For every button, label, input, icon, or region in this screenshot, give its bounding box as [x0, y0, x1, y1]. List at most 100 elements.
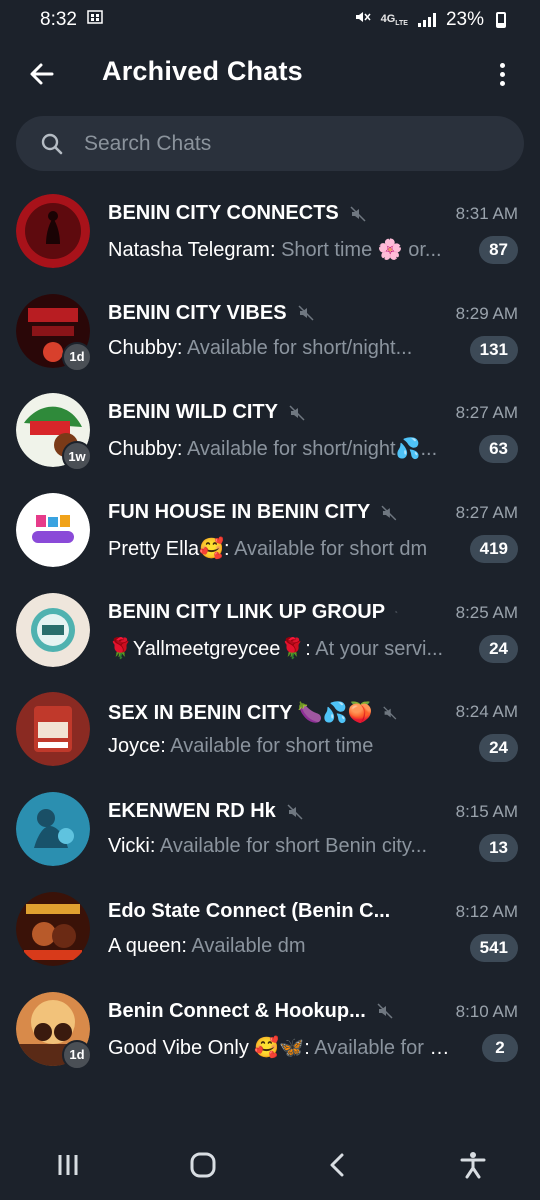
unread-count-badge: 87: [479, 236, 518, 264]
avatar: [16, 194, 90, 268]
sender-name: Pretty Ella🥰:: [108, 538, 235, 561]
mute-icon: [395, 611, 398, 614]
back-arrow-icon[interactable]: [22, 54, 62, 94]
avatar-badge: 1d: [62, 1039, 92, 1070]
status-time: 8:32: [40, 9, 77, 30]
chat-item[interactable]: 1w BENIN WILD CITY 8:27 AM Chubby: Avail…: [0, 379, 540, 479]
chat-list: BENIN CITY CONNECTS 8:31 AM Natasha Tele…: [0, 180, 540, 1077]
chat-item[interactable]: 1d Benin Connect & Hookup... 8:10 AM Goo…: [0, 978, 540, 1078]
chat-item[interactable]: BENIN CITY CONNECTS 8:31 AM Natasha Tele…: [0, 180, 540, 280]
unread-count-badge: 2: [482, 1033, 518, 1062]
sender-name: A queen:: [108, 934, 192, 957]
sender-name: Vicki:: [108, 835, 160, 858]
mute-icon: [377, 1003, 393, 1019]
search-bar[interactable]: [16, 116, 524, 171]
more-vertical-icon[interactable]: [482, 54, 522, 94]
signal-icon: [417, 13, 436, 27]
message-text: Available for S...: [314, 1036, 458, 1059]
recent-apps-icon[interactable]: [38, 1135, 98, 1195]
chat-preview: Pretty Ella🥰: Available for short dm: [108, 536, 458, 561]
unread-count-badge: 63: [479, 435, 518, 464]
avatar: [16, 792, 90, 867]
message-text: At your servi...: [315, 637, 444, 660]
chat-preview: Chubby: Available for short/night...: [108, 337, 458, 360]
chat-item[interactable]: FUN HOUSE IN BENIN CITY 8:27 AM Pretty E…: [0, 479, 540, 579]
sender-name: Good Vibe Only 🥰🦋:: [108, 1036, 315, 1059]
chat-name: BENIN WILD CITY: [108, 401, 306, 424]
unread-count-badge: 131: [469, 335, 518, 364]
chat-preview: 🌹Yallmeetgreycee🌹: At your servi...: [108, 636, 458, 661]
app-bar: Archived Chats: [0, 40, 540, 108]
chat-preview: Joyce: Available for short time: [108, 735, 458, 758]
mute-icon: [383, 706, 397, 720]
chat-preview: Good Vibe Only 🥰🦋: Available for S...: [108, 1035, 458, 1060]
sender-name: Chubby:: [108, 438, 187, 461]
chat-name: Edo State Connect (Benin C...: [108, 900, 398, 923]
unread-count-badge: 13: [479, 834, 518, 863]
battery-icon: [496, 12, 506, 28]
search-icon: [40, 132, 64, 156]
chat-time: 8:27 AM: [455, 403, 518, 423]
battery-text: 23%: [445, 9, 484, 30]
message-text: Available for short/night💦...: [186, 438, 438, 461]
chat-item[interactable]: SEX IN BENIN CITY 🍆💦🍑 8:24 AM Joyce: Ava…: [0, 678, 540, 778]
chat-preview: Vicki: Available for short Benin city...: [108, 835, 458, 858]
chat-name: BENIN CITY CONNECTS: [108, 202, 367, 225]
chat-item[interactable]: Edo State Connect (Benin C... 8:12 AM A …: [0, 878, 540, 978]
avatar-badge: 1w: [62, 441, 92, 472]
avatar-badge: 1d: [62, 341, 92, 372]
message-text: Short time 🌸 or...: [281, 239, 442, 261]
mute-icon: [298, 305, 314, 321]
message-text: Available dm: [191, 934, 306, 957]
chat-preview: A queen: Available dm: [108, 935, 458, 958]
status-bar: 8:32 4GLTE 23%: [0, 0, 540, 40]
message-text: Available for short/night...: [186, 336, 413, 359]
chat-preview: Chubby: Available for short/night💦...: [108, 436, 458, 461]
sender-name: 🌹Yallmeetgreycee🌹:: [108, 637, 316, 660]
chat-time: 8:24 AM: [455, 702, 518, 722]
accessibility-icon[interactable]: [443, 1135, 503, 1195]
chat-item[interactable]: 1d BENIN CITY VIBES 8:29 AM Chubby: Avai…: [0, 280, 540, 380]
system-nav-bar: [0, 1130, 540, 1200]
chat-time: 8:12 AM: [455, 901, 518, 921]
search-input[interactable]: [84, 131, 484, 156]
chat-time: 8:27 AM: [455, 503, 518, 523]
avatar: [16, 592, 90, 667]
chat-name: EKENWEN RD Hk: [108, 800, 304, 823]
unread-count-badge: 419: [469, 535, 518, 564]
chat-time: 8:25 AM: [455, 602, 518, 622]
avatar: [16, 692, 90, 767]
chat-item[interactable]: EKENWEN RD Hk 8:15 AM Vicki: Available f…: [0, 778, 540, 878]
avatar: [16, 891, 90, 966]
message-text: Available for short time: [170, 735, 374, 758]
chat-name: BENIN CITY LINK UP GROUP: [108, 601, 398, 624]
chat-name: SEX IN BENIN CITY 🍆💦🍑: [108, 700, 398, 725]
mute-icon: [287, 804, 303, 820]
chat-name: BENIN CITY VIBES: [108, 302, 315, 325]
chat-time: 8:31 AM: [455, 204, 518, 223]
message-text: Available for short dm: [234, 538, 428, 561]
mute-icon: [381, 505, 397, 520]
lte-icon: 4GLTE: [380, 12, 408, 28]
gallery-notification-icon: [87, 9, 103, 31]
chat-time: 8:29 AM: [455, 303, 518, 323]
mute-icon: [289, 405, 305, 421]
message-text: Available for short Benin city...: [159, 835, 428, 858]
chat-name: Benin Connect & Hookup...: [108, 1000, 394, 1023]
mute-icon: [350, 205, 366, 222]
page-title: Archived Chats: [102, 56, 303, 86]
unread-count-badge: 24: [479, 734, 518, 763]
unread-count-badge: 541: [469, 933, 518, 962]
home-icon[interactable]: [173, 1135, 233, 1195]
sender-name: Natasha Telegram:: [108, 239, 282, 261]
back-icon[interactable]: [308, 1135, 368, 1195]
chat-time: 8:10 AM: [455, 1001, 518, 1021]
unread-count-badge: 24: [479, 634, 518, 663]
chat-preview: Natasha Telegram: Short time 🌸 or...: [108, 237, 458, 262]
sender-name: Joyce:: [108, 735, 171, 758]
avatar: [16, 493, 90, 568]
chat-time: 8:15 AM: [455, 802, 518, 822]
chat-item[interactable]: BENIN CITY LINK UP GROUP 8:25 AM 🌹Yallme…: [0, 579, 540, 679]
sender-name: Chubby:: [108, 336, 187, 359]
chat-name: FUN HOUSE IN BENIN CITY: [108, 501, 398, 524]
